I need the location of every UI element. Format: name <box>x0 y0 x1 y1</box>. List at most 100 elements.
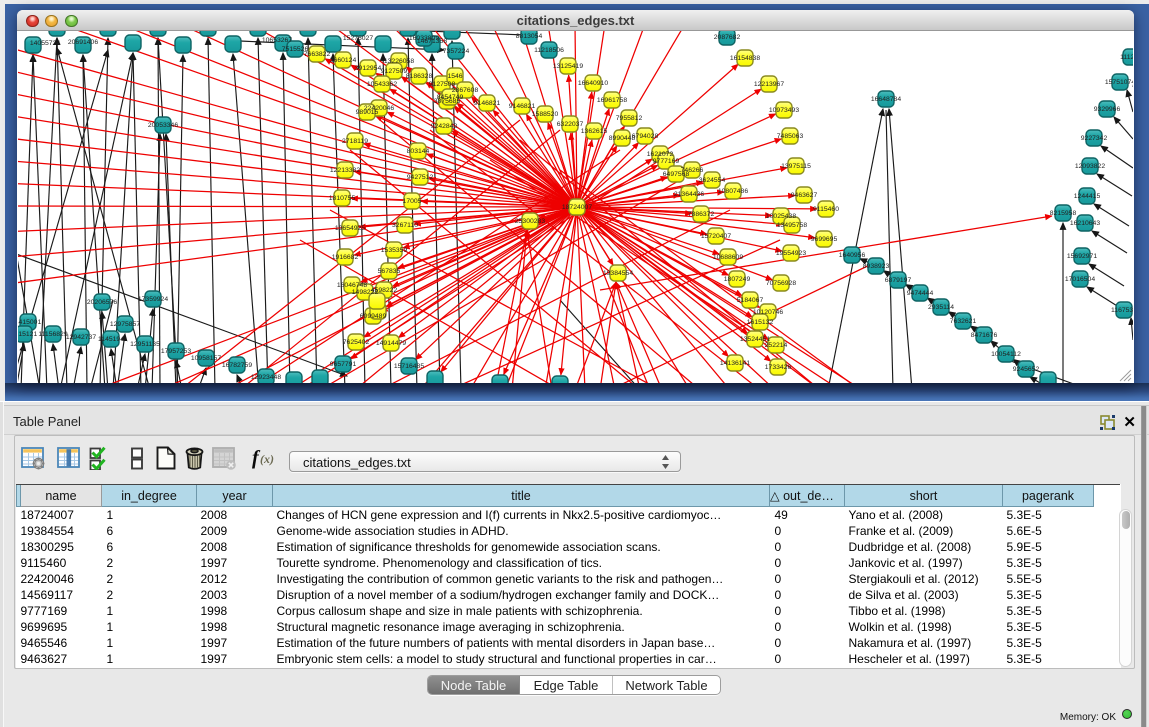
svg-text:14914479: 14914479 <box>376 340 406 347</box>
svg-text:6099489: 6099489 <box>360 313 387 320</box>
svg-text:10958157: 10958157 <box>191 355 221 362</box>
svg-text:3660124: 3660124 <box>330 57 357 64</box>
svg-text:1244415: 1244415 <box>1074 193 1101 200</box>
svg-text:10025438: 10025438 <box>766 213 796 220</box>
svg-text:12093822: 12093822 <box>1075 163 1105 170</box>
svg-text:1362615: 1362615 <box>581 128 608 135</box>
svg-text:10807486: 10807486 <box>718 188 748 195</box>
svg-text:20053346: 20053346 <box>148 122 178 129</box>
svg-text:13226058: 13226058 <box>384 58 414 65</box>
svg-text:9127509: 9127509 <box>381 68 408 75</box>
svg-text:16961758: 16961758 <box>597 97 627 104</box>
svg-text:1916682: 1916682 <box>332 254 359 261</box>
svg-text:15692971: 15692971 <box>1067 253 1097 260</box>
svg-text:7485063: 7485063 <box>777 133 804 140</box>
svg-text:19554923: 19554923 <box>776 250 806 257</box>
svg-text:1588520: 1588520 <box>532 111 559 118</box>
svg-text:20206576: 20206576 <box>87 299 117 306</box>
svg-text:7625402: 7625402 <box>343 339 370 346</box>
svg-text:2087682: 2087682 <box>714 34 741 41</box>
svg-text:16640910: 16640910 <box>578 80 608 87</box>
svg-text:252214: 252214 <box>765 342 788 349</box>
svg-text:12923448: 12923448 <box>251 374 281 381</box>
svg-text:11218506: 11218506 <box>534 47 564 54</box>
svg-text:1167534: 1167534 <box>1111 307 1133 314</box>
svg-text:17005: 17005 <box>403 198 422 205</box>
svg-text:7357224: 7357224 <box>443 48 470 55</box>
svg-text:3624554: 3624554 <box>699 177 726 184</box>
svg-text:10973493: 10973493 <box>769 107 799 114</box>
svg-text:9777169: 9777169 <box>653 158 680 165</box>
svg-text:803144: 803144 <box>407 148 430 155</box>
svg-text:(x): (x) <box>260 452 274 466</box>
svg-text:10653267: 10653267 <box>262 37 292 44</box>
svg-text:9245652: 9245652 <box>1013 366 1040 373</box>
svg-text:18724007: 18724007 <box>562 204 592 211</box>
svg-text:8471676: 8471676 <box>971 332 998 339</box>
svg-text:9115460: 9115460 <box>813 206 839 213</box>
svg-text:10543362: 10543362 <box>367 81 397 88</box>
svg-text:9699695: 9699695 <box>811 236 838 243</box>
svg-text:8813054: 8813054 <box>516 33 543 40</box>
svg-text:16648784: 16648784 <box>871 96 901 103</box>
svg-text:567835: 567835 <box>378 268 401 275</box>
svg-text:3915121: 3915121 <box>18 331 37 338</box>
svg-text:1615132: 1615132 <box>747 319 774 326</box>
svg-text:1546: 1546 <box>447 73 462 80</box>
svg-text:6794028: 6794028 <box>632 133 659 140</box>
svg-text:10688609: 10688609 <box>713 254 743 261</box>
svg-text:25300283: 25300283 <box>515 218 545 225</box>
svg-text:19654925: 19654925 <box>335 225 365 232</box>
svg-text:7886372: 7886372 <box>688 211 715 218</box>
svg-text:11156829: 11156829 <box>38 331 67 338</box>
svg-text:3267110: 3267110 <box>392 222 418 229</box>
svg-text:13125419: 13125419 <box>553 63 583 70</box>
svg-text:9463627: 9463627 <box>791 192 818 199</box>
svg-text:2867608: 2867608 <box>452 87 479 94</box>
svg-text:12951135: 12951135 <box>130 341 160 348</box>
svg-text:9657791: 9657791 <box>330 361 357 368</box>
svg-text:14055724: 14055724 <box>30 40 60 47</box>
svg-text:21364436: 21364436 <box>674 191 704 198</box>
svg-text:3912954: 3912954 <box>355 65 382 72</box>
svg-text:70756928: 70756928 <box>766 280 796 287</box>
svg-text:1535359: 1535359 <box>381 247 408 254</box>
svg-text:9427512: 9427512 <box>407 174 434 181</box>
svg-text:1807249: 1807249 <box>724 276 751 283</box>
svg-text:1810755: 1810755 <box>329 195 356 202</box>
svg-text:16046748: 16046748 <box>337 282 367 289</box>
svg-text:17957253: 17957253 <box>161 348 191 355</box>
svg-text:9146821: 9146821 <box>509 103 536 110</box>
svg-text:1621072: 1621072 <box>647 151 674 158</box>
svg-text:12975857: 12975857 <box>110 321 140 328</box>
svg-text:7632621: 7632621 <box>950 318 977 325</box>
svg-text:15751074: 15751074 <box>1105 79 1133 86</box>
svg-text:1640956: 1640956 <box>839 252 866 259</box>
svg-text:16782759: 16782759 <box>222 362 252 369</box>
svg-text:10120746: 10120746 <box>753 309 783 316</box>
svg-text:1415001: 1415001 <box>18 319 41 326</box>
svg-text:9329966: 9329966 <box>1094 106 1121 113</box>
svg-text:4598222: 4598222 <box>371 287 398 294</box>
svg-text:1145194: 1145194 <box>98 336 124 343</box>
svg-text:13975115: 13975115 <box>781 163 811 170</box>
svg-text:13495758: 13495758 <box>777 222 807 229</box>
svg-text:5184067: 5184067 <box>737 297 764 304</box>
svg-text:111245: 111245 <box>1120 54 1133 61</box>
svg-text:12942737: 12942737 <box>66 334 96 341</box>
svg-text:16210643: 16210643 <box>1070 220 1100 227</box>
svg-text:15716485: 15716485 <box>394 363 424 370</box>
svg-text:20691406: 20691406 <box>68 39 98 46</box>
svg-text:7663822: 7663822 <box>304 51 331 58</box>
svg-text:989015: 989015 <box>356 109 379 116</box>
svg-text:14671358: 14671358 <box>417 38 447 45</box>
svg-text:9146821: 9146821 <box>474 100 501 107</box>
svg-text:17016504: 17016504 <box>1065 276 1095 283</box>
svg-text:12213967: 12213967 <box>754 81 784 88</box>
svg-text:746266: 746266 <box>681 167 704 174</box>
svg-text:9474444: 9474444 <box>907 290 934 297</box>
svg-text:15720407: 15720407 <box>701 233 731 240</box>
svg-text:1733426: 1733426 <box>765 364 792 371</box>
svg-text:8938923: 8938923 <box>863 263 890 270</box>
svg-text:6879197: 6879197 <box>885 277 912 284</box>
